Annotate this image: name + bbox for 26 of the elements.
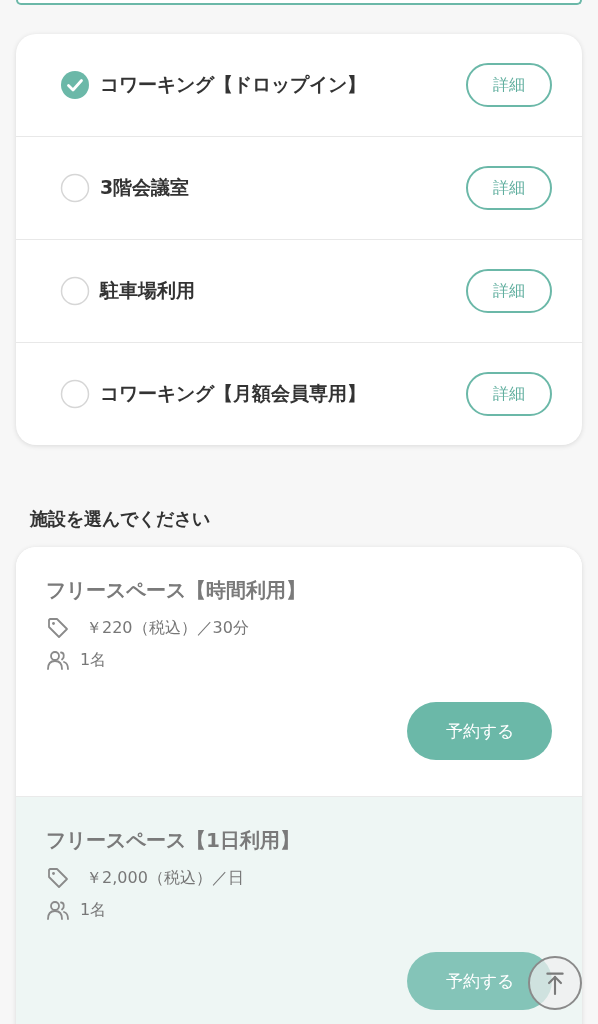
detail-button[interactable]: 詳細 [466,63,552,107]
facility-item[interactable]: フリースペース【時間利用】 ￥220（税込）／30分 1名 予約する [16,547,582,797]
facility-name: フリースペース【1日利用】 [46,827,301,854]
section-heading: 施設を選んでください [30,507,211,531]
facility-item[interactable]: フリースペース【1日利用】 ￥2,000（税込）／日 1名 予約する [16,797,582,1024]
checked-radio-icon[interactable] [60,70,90,100]
radio-button[interactable] [60,173,90,203]
category-label[interactable]: コワーキング【ドロップイン】 [100,72,466,98]
detail-button[interactable]: 詳細 [466,269,552,313]
tag-icon [46,616,70,640]
tag-icon [46,866,70,890]
category-label[interactable]: コワーキング【月額会員専用】 [100,381,466,407]
radio-button[interactable] [60,379,90,409]
radio-button[interactable] [60,276,90,306]
detail-button[interactable]: 詳細 [466,372,552,416]
people-icon [46,648,70,672]
facility-name: フリースペース【時間利用】 [46,577,307,604]
price-text: ￥2,000（税込）／日 [86,867,244,889]
category-label[interactable]: 駐車場利用 [100,278,466,304]
people-icon [46,898,70,922]
capacity-text: 1名 [80,899,107,921]
detail-button[interactable]: 詳細 [466,166,552,210]
reserve-button[interactable]: 予約する [407,702,552,760]
price-text: ￥220（税込）／30分 [86,617,249,639]
category-label[interactable]: 3階会議室 [100,175,466,201]
capacity-text: 1名 [80,649,107,671]
